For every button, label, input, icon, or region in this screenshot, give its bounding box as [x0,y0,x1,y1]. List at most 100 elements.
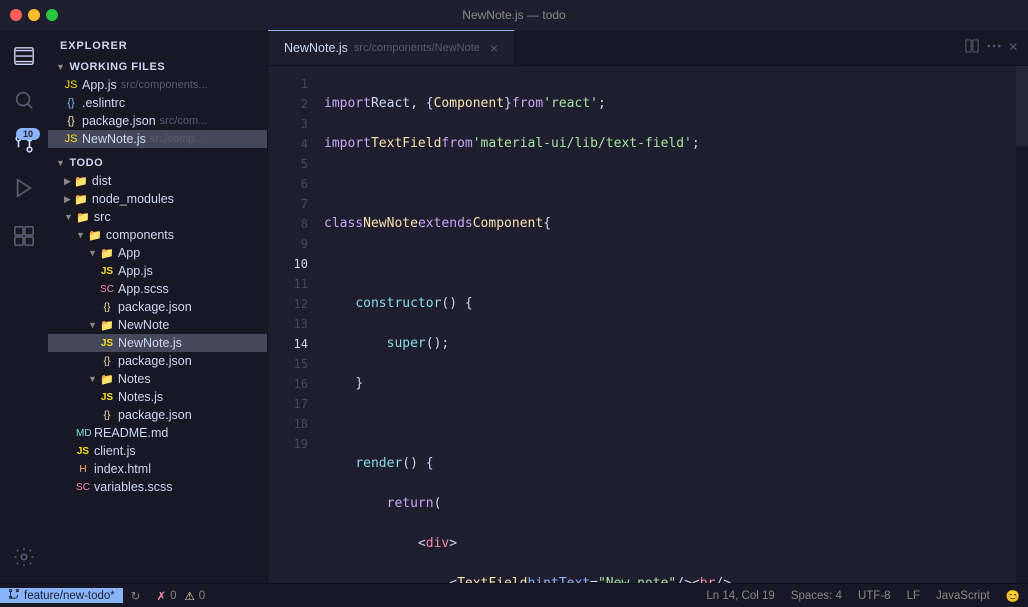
client-js-icon: JS [76,446,90,457]
folder-components-label: components [106,228,174,242]
code-editor[interactable]: 1 2 3 4 5 6 7 8 9 10 11 12 13 14 15 16 1… [268,66,1028,583]
debug-activity-icon[interactable] [6,170,42,206]
spaces-label: Spaces: 4 [791,590,842,602]
more-actions-button[interactable] [985,37,1003,58]
readme-md-icon: MD [76,428,90,439]
line-num-1: 1 [268,74,308,94]
explorer-activity-icon[interactable] [6,38,42,74]
git-branch-status[interactable]: feature/new-todo* [0,588,123,603]
editor-tabs: NewNote.js src/components/NewNote × × [268,30,1028,66]
file-app-js-label: App.js [118,264,153,278]
language-status[interactable]: JavaScript [928,590,998,602]
app-package-json-icon: {} [100,302,114,313]
file-variables-scss-label: variables.scss [94,480,173,494]
working-file-newnote[interactable]: JS NewNote.js src/comp... [48,130,267,148]
working-file-appjs[interactable]: JS App.js src/components... [48,76,267,94]
js-file-icon: JS [64,79,78,91]
minimize-button[interactable] [28,9,40,21]
working-files-section[interactable]: ▼ WORKING FILES [48,58,267,76]
working-file-newnote-name: NewNote.js [82,132,146,146]
file-notes-package-json-label: package.json [118,408,192,422]
app-scss-icon: SC [100,284,114,295]
editor-tab-newnote[interactable]: NewNote.js src/components/NewNote × [268,30,515,65]
folder-src-label: src [94,210,111,224]
close-editor-button[interactable]: × [1007,37,1020,59]
folder-node-modules-label: node_modules [92,192,174,206]
encoding-status[interactable]: UTF-8 [850,590,899,602]
line-num-19: 19 [268,434,308,454]
folder-dist-label: dist [92,174,111,188]
file-newnote-package-json[interactable]: {} package.json [48,352,267,370]
settings-activity-icon[interactable] [6,539,42,575]
window-controls[interactable] [10,9,58,21]
code-content[interactable]: import React, {Component} from 'react'; … [316,66,1016,583]
extensions-activity-icon[interactable] [6,218,42,254]
line-numbers: 1 2 3 4 5 6 7 8 9 10 11 12 13 14 15 16 1… [268,66,316,583]
line-num-16: 16 [268,374,308,394]
git-branch-label: feature/new-todo* [24,590,115,602]
newnote-chevron: ▼ [88,320,97,330]
node-modules-folder-icon: 📁 [74,193,88,206]
file-app-scss[interactable]: SC App.scss [48,280,267,298]
folder-newnote[interactable]: ▼ 📁 NewNote [48,316,267,334]
tab-close-button[interactable]: × [490,40,498,56]
working-file-appjs-path: src/components... [121,79,208,91]
components-chevron: ▼ [76,230,85,240]
todo-section[interactable]: ▼ TODO [48,154,267,172]
file-app-package-json[interactable]: {} package.json [48,298,267,316]
file-variables-scss[interactable]: SC variables.scss [48,478,267,496]
line-num-6: 6 [268,174,308,194]
code-line-4: class NewNote extends Component { [324,214,1016,234]
cursor-position-status[interactable]: Ln 14, Col 19 [698,590,782,602]
line-ending-label: LF [907,590,920,602]
code-line-5 [324,254,1016,274]
sidebar: Explorer ▼ WORKING FILES JS App.js src/c… [48,30,268,583]
spaces-status[interactable]: Spaces: 4 [783,590,850,602]
folder-src[interactable]: ▼ 📁 src [48,208,267,226]
line-num-18: 18 [268,414,308,434]
notes-chevron: ▼ [88,374,97,384]
sync-status[interactable]: ↻ [123,589,149,603]
file-client-js[interactable]: JS client.js [48,442,267,460]
maximize-button[interactable] [46,9,58,21]
app-chevron: ▼ [88,248,97,258]
close-button[interactable] [10,9,22,21]
search-activity-icon[interactable] [6,82,42,118]
file-index-html[interactable]: H index.html [48,460,267,478]
working-file-eslintrc[interactable]: {} .eslintrc [48,94,267,112]
errors-status[interactable]: ✗ 0 ⚠ 0 [148,589,213,603]
folder-notes[interactable]: ▼ 📁 Notes [48,370,267,388]
index-html-icon: H [76,464,90,475]
eslint-file-icon: {} [64,97,78,109]
folder-components[interactable]: ▼ 📁 components [48,226,267,244]
file-notes-js[interactable]: JS Notes.js [48,388,267,406]
code-line-3 [324,174,1016,194]
minimap[interactable] [1016,66,1028,583]
folder-node-modules[interactable]: ▶ 📁 node_modules [48,190,267,208]
tab-path: src/components/NewNote [354,42,480,54]
line-num-13: 13 [268,314,308,334]
folder-app[interactable]: ▼ 📁 App [48,244,267,262]
working-file-packagejson[interactable]: {} package.json src/com... [48,112,267,130]
git-branch-icon [8,588,20,603]
line-ending-status[interactable]: LF [899,590,928,602]
dist-folder-icon: 📁 [74,175,88,188]
language-label: JavaScript [936,590,990,602]
feedback-status[interactable]: 😊 [998,589,1028,603]
todo-label: TODO [69,157,103,169]
file-readme-md[interactable]: MD README.md [48,424,267,442]
split-editor-button[interactable] [963,37,981,58]
source-control-activity-icon[interactable] [6,126,42,162]
app-js-icon: JS [100,266,114,277]
sidebar-header: Explorer [48,30,267,58]
status-left: feature/new-todo* ↻ ✗ 0 ⚠ 0 [0,588,213,603]
folder-dist[interactable]: ▶ 📁 dist [48,172,267,190]
file-newnote-js[interactable]: JS NewNote.js [48,334,267,352]
working-files-chevron: ▼ [56,62,65,72]
file-notes-package-json[interactable]: {} package.json [48,406,267,424]
working-file-packagejson-path: src/com... [160,115,208,127]
line-num-3: 3 [268,114,308,134]
file-app-js[interactable]: JS App.js [48,262,267,280]
encoding-label: UTF-8 [858,590,891,602]
code-line-9 [324,414,1016,434]
